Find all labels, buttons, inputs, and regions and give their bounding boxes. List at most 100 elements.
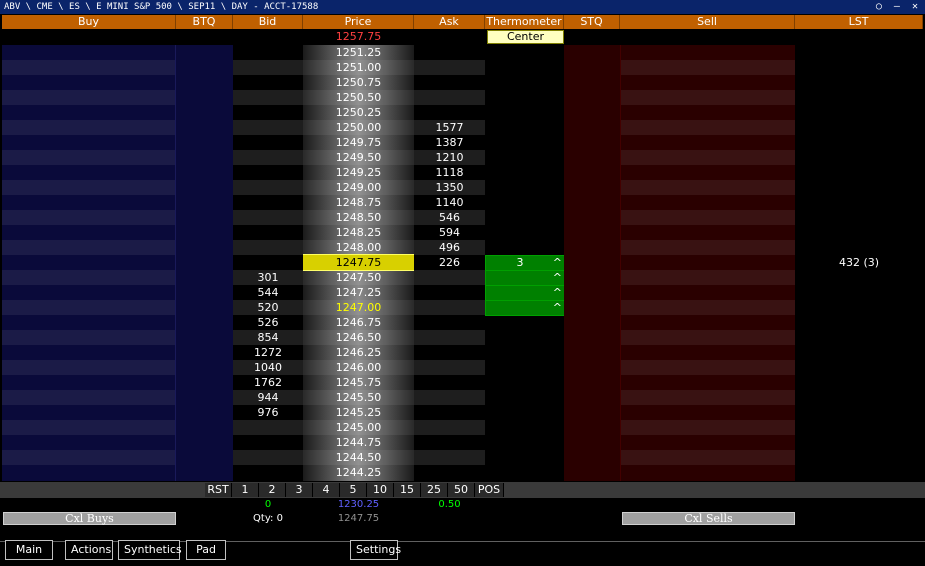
- ask-cell: 1140: [435, 196, 464, 209]
- bid-cell: 944: [233, 390, 303, 405]
- sell-column[interactable]: [620, 45, 795, 481]
- sell-cell[interactable]: [621, 90, 795, 105]
- price-cell: 1248.50: [303, 210, 414, 225]
- qty-button-5[interactable]: 5: [340, 483, 367, 497]
- sell-cell[interactable]: [621, 300, 795, 315]
- sell-cell[interactable]: [621, 345, 795, 360]
- window-title-bar[interactable]: ABV \ CME \ ES \ E MINI S&P 500 \ SEP11 …: [0, 0, 925, 14]
- price-cell: 1250.00: [303, 120, 414, 135]
- buy-cell[interactable]: [2, 90, 175, 105]
- price-cell: 1249.75: [335, 136, 382, 149]
- sell-cell[interactable]: [621, 210, 795, 225]
- sell-cell[interactable]: [621, 360, 795, 375]
- sell-cell[interactable]: [621, 45, 795, 60]
- qty-button-1[interactable]: 1: [232, 483, 259, 497]
- buy-cell[interactable]: [2, 285, 175, 300]
- buy-cell[interactable]: [2, 180, 175, 195]
- buy-cell[interactable]: [2, 195, 175, 210]
- buy-cell[interactable]: [2, 300, 175, 315]
- sell-cell[interactable]: [621, 225, 795, 240]
- buy-cell[interactable]: [2, 150, 175, 165]
- sell-cell[interactable]: [621, 60, 795, 75]
- ask-cell: [414, 105, 485, 120]
- buy-cell[interactable]: [2, 345, 175, 360]
- buy-cell[interactable]: [2, 255, 175, 270]
- buy-cell[interactable]: [2, 360, 175, 375]
- buy-cell[interactable]: [2, 45, 175, 60]
- last-price-footer: 1247.75: [337, 513, 380, 524]
- sell-cell[interactable]: [621, 450, 795, 465]
- window-controls[interactable]: ○ – ✕: [876, 0, 921, 14]
- cxl-sells-button[interactable]: Cxl Sells: [622, 512, 795, 525]
- qty-button-pos[interactable]: POS: [475, 483, 504, 497]
- buy-cell[interactable]: [2, 240, 175, 255]
- buy-cell[interactable]: [2, 315, 175, 330]
- buy-cell[interactable]: [2, 75, 175, 90]
- sell-cell[interactable]: [621, 465, 795, 480]
- qty-button-25[interactable]: 25: [421, 483, 448, 497]
- bid-cell: 544: [257, 286, 279, 299]
- buy-cell[interactable]: [2, 135, 175, 150]
- sell-cell[interactable]: [621, 255, 795, 270]
- cxl-buys-button[interactable]: Cxl Buys: [3, 512, 176, 525]
- buy-cell[interactable]: [2, 420, 175, 435]
- buy-cell[interactable]: [2, 270, 175, 285]
- buy-cell[interactable]: [2, 390, 175, 405]
- sell-cell[interactable]: [621, 270, 795, 285]
- qty-button-10[interactable]: 10: [367, 483, 394, 497]
- qty-button-3[interactable]: 3: [286, 483, 313, 497]
- buy-cell[interactable]: [2, 405, 175, 420]
- ask-cell: [414, 360, 485, 375]
- qty-button-50[interactable]: 50: [448, 483, 475, 497]
- sell-cell[interactable]: [621, 120, 795, 135]
- ask-cell: 1577: [414, 120, 485, 135]
- buy-cell[interactable]: [2, 435, 175, 450]
- header-lst: LST: [795, 15, 923, 29]
- price-cell: 1246.25: [335, 346, 382, 359]
- sell-cell[interactable]: [621, 420, 795, 435]
- sell-cell[interactable]: [621, 285, 795, 300]
- buy-cell[interactable]: [2, 60, 175, 75]
- stq-column: [564, 45, 620, 481]
- sell-cell[interactable]: [621, 195, 795, 210]
- sell-cell[interactable]: [621, 105, 795, 120]
- sell-cell[interactable]: [621, 405, 795, 420]
- bid-cell: [233, 75, 303, 90]
- sell-cell[interactable]: [621, 315, 795, 330]
- buy-cell[interactable]: [2, 450, 175, 465]
- buy-cell[interactable]: [2, 225, 175, 240]
- bid-cell: [233, 90, 303, 105]
- price-cell: 1247.00: [303, 300, 414, 315]
- buy-cell[interactable]: [2, 465, 175, 480]
- sell-cell[interactable]: [621, 435, 795, 450]
- synthetics-button[interactable]: Synthetics: [118, 540, 182, 560]
- qty-button-4[interactable]: 4: [313, 483, 340, 497]
- ask-cell: [414, 270, 485, 285]
- pad-button[interactable]: Pad: [186, 540, 226, 560]
- sell-cell[interactable]: [621, 390, 795, 405]
- sell-cell[interactable]: [621, 75, 795, 90]
- actions-button[interactable]: Actions: [65, 540, 113, 560]
- bid-cell: 520: [233, 300, 303, 315]
- center-button[interactable]: Center: [487, 30, 564, 44]
- caret-up-icon: ^: [552, 256, 562, 269]
- buy-cell[interactable]: [2, 105, 175, 120]
- buy-column[interactable]: [2, 45, 176, 481]
- qty-button-rst[interactable]: RST: [205, 483, 232, 497]
- buy-cell[interactable]: [2, 330, 175, 345]
- sell-cell[interactable]: [621, 330, 795, 345]
- sell-cell[interactable]: [621, 135, 795, 150]
- buy-cell[interactable]: [2, 375, 175, 390]
- buy-cell[interactable]: [2, 120, 175, 135]
- sell-cell[interactable]: [621, 180, 795, 195]
- sell-cell[interactable]: [621, 165, 795, 180]
- buy-cell[interactable]: [2, 210, 175, 225]
- buy-cell[interactable]: [2, 165, 175, 180]
- sell-cell[interactable]: [621, 375, 795, 390]
- sell-cell[interactable]: [621, 150, 795, 165]
- qty-button-2[interactable]: 2: [259, 483, 286, 497]
- main-button[interactable]: Main: [5, 540, 53, 560]
- sell-cell[interactable]: [621, 240, 795, 255]
- settings-button[interactable]: Settings: [350, 540, 401, 560]
- qty-button-15[interactable]: 15: [394, 483, 421, 497]
